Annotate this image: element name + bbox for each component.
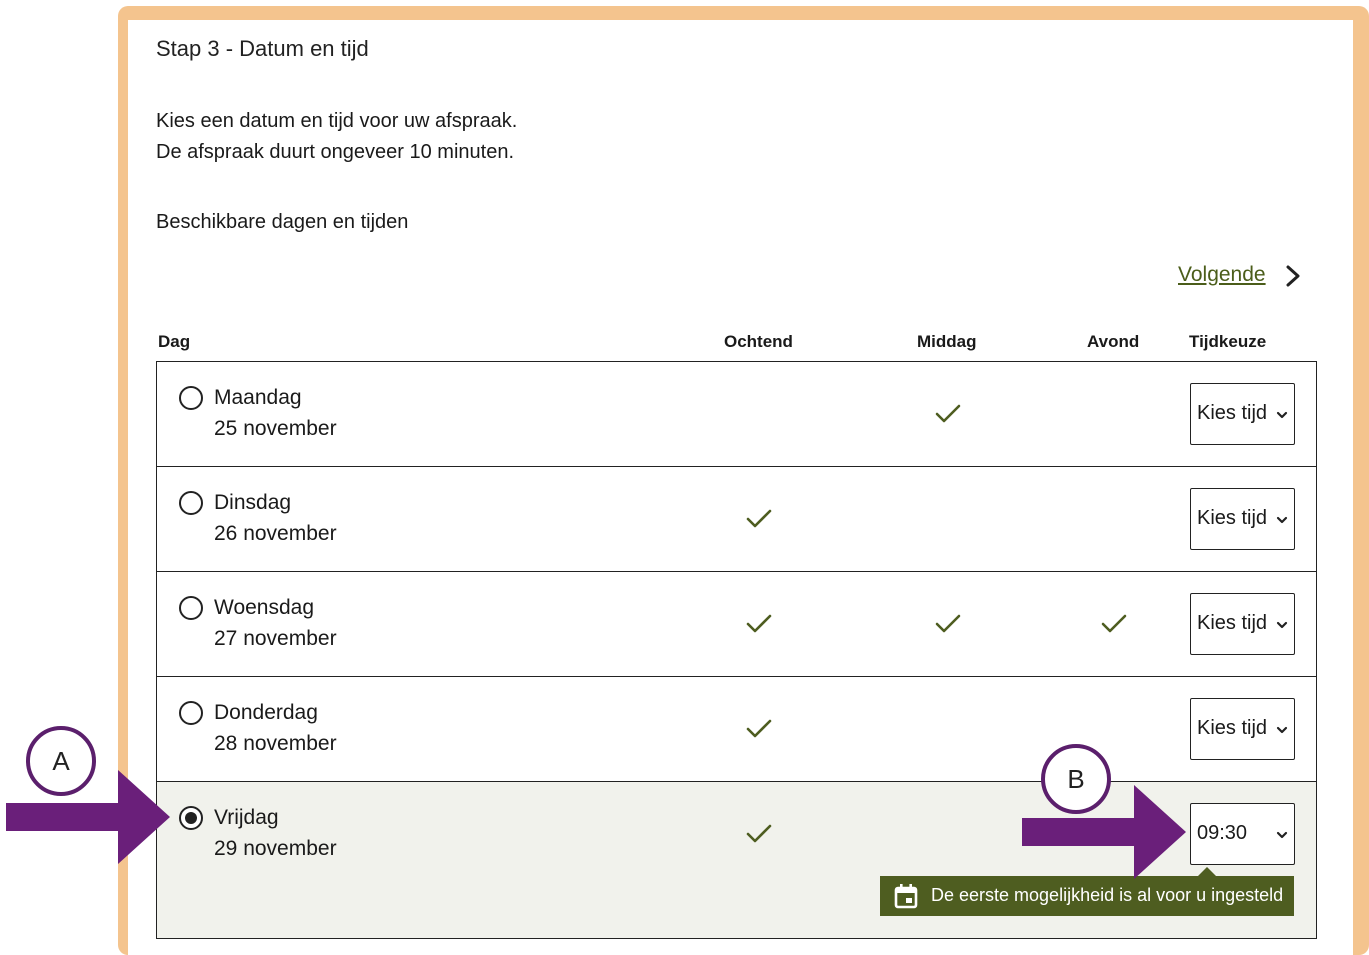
checkmark-icon xyxy=(746,509,772,528)
checkmark-icon xyxy=(935,404,961,423)
day-radio[interactable] xyxy=(179,386,203,410)
checkmark-icon xyxy=(746,614,772,633)
date-label: 28 november xyxy=(214,732,337,755)
day-row[interactable]: Donderdag 28 november Kies tijd xyxy=(157,677,1316,782)
time-select-value: Kies tijd xyxy=(1197,612,1268,634)
intro-text-line1: Kies een datum en tijd voor uw afspraak. xyxy=(156,110,518,132)
chevron-down-icon xyxy=(1276,411,1288,419)
tooltip-pointer xyxy=(1198,867,1216,876)
time-select[interactable]: Kies tijd xyxy=(1190,488,1295,550)
chevron-right-icon[interactable] xyxy=(1282,264,1304,288)
column-header-time: Tijdkeuze xyxy=(1189,332,1267,351)
time-select-value: Kies tijd xyxy=(1197,507,1268,529)
column-header-afternoon: Middag xyxy=(917,332,977,351)
chevron-down-icon xyxy=(1276,516,1288,524)
checkmark-icon xyxy=(1101,614,1127,633)
date-label: 27 november xyxy=(214,627,337,650)
calendar-icon xyxy=(894,884,918,909)
chevron-down-icon xyxy=(1276,726,1288,734)
date-label: 29 november xyxy=(214,837,337,860)
first-option-tooltip: De eerste mogelijkheid is al voor u inge… xyxy=(880,867,1294,916)
annotation-arrow-b xyxy=(1022,785,1186,879)
checkmark-icon xyxy=(746,719,772,738)
column-header-day: Dag xyxy=(158,332,191,351)
radio-selected-dot xyxy=(185,812,197,824)
checkmark-icon xyxy=(935,614,961,633)
time-select-value: 09:30 xyxy=(1197,822,1248,844)
time-select[interactable]: 09:30 xyxy=(1190,803,1295,865)
checkmark-icon xyxy=(746,824,772,843)
date-label: 26 november xyxy=(214,522,337,545)
time-select-value: Kies tijd xyxy=(1197,717,1268,739)
step-title: Stap 3 - Datum en tijd xyxy=(156,36,369,61)
day-label: Maandag xyxy=(214,386,302,409)
tooltip-text: De eerste mogelijkheid is al voor u inge… xyxy=(931,885,1284,905)
time-select-value: Kies tijd xyxy=(1197,402,1268,424)
day-radio[interactable] xyxy=(179,491,203,515)
day-radio[interactable] xyxy=(179,701,203,725)
day-label: Vrijdag xyxy=(214,806,279,829)
day-row[interactable]: Maandag 25 november Kies tijd xyxy=(157,362,1316,467)
date-label: 25 november xyxy=(214,417,337,440)
day-row[interactable]: Woensdag 27 november Kies tijd xyxy=(157,572,1316,677)
time-select[interactable]: Kies tijd xyxy=(1190,593,1295,655)
time-select[interactable]: Kies tijd xyxy=(1190,698,1295,760)
column-header-morning: Ochtend xyxy=(724,332,793,351)
day-label: Donderdag xyxy=(214,701,318,724)
day-radio[interactable] xyxy=(179,596,203,620)
day-radio[interactable] xyxy=(179,806,203,830)
chevron-down-icon xyxy=(1276,831,1288,839)
day-row[interactable]: Dinsdag 26 november Kies tijd xyxy=(157,467,1316,572)
next-link[interactable]: Volgende xyxy=(1178,263,1266,287)
column-header-evening: Avond xyxy=(1087,332,1140,351)
annotation-arrow-a xyxy=(6,770,170,864)
day-label: Woensdag xyxy=(214,596,315,619)
available-label: Beschikbare dagen en tijden xyxy=(156,211,409,233)
chevron-down-icon xyxy=(1276,621,1288,629)
time-select[interactable]: Kies tijd xyxy=(1190,383,1295,445)
intro-text-line2: De afspraak duurt ongeveer 10 minuten. xyxy=(156,141,514,163)
day-label: Dinsdag xyxy=(214,491,292,514)
